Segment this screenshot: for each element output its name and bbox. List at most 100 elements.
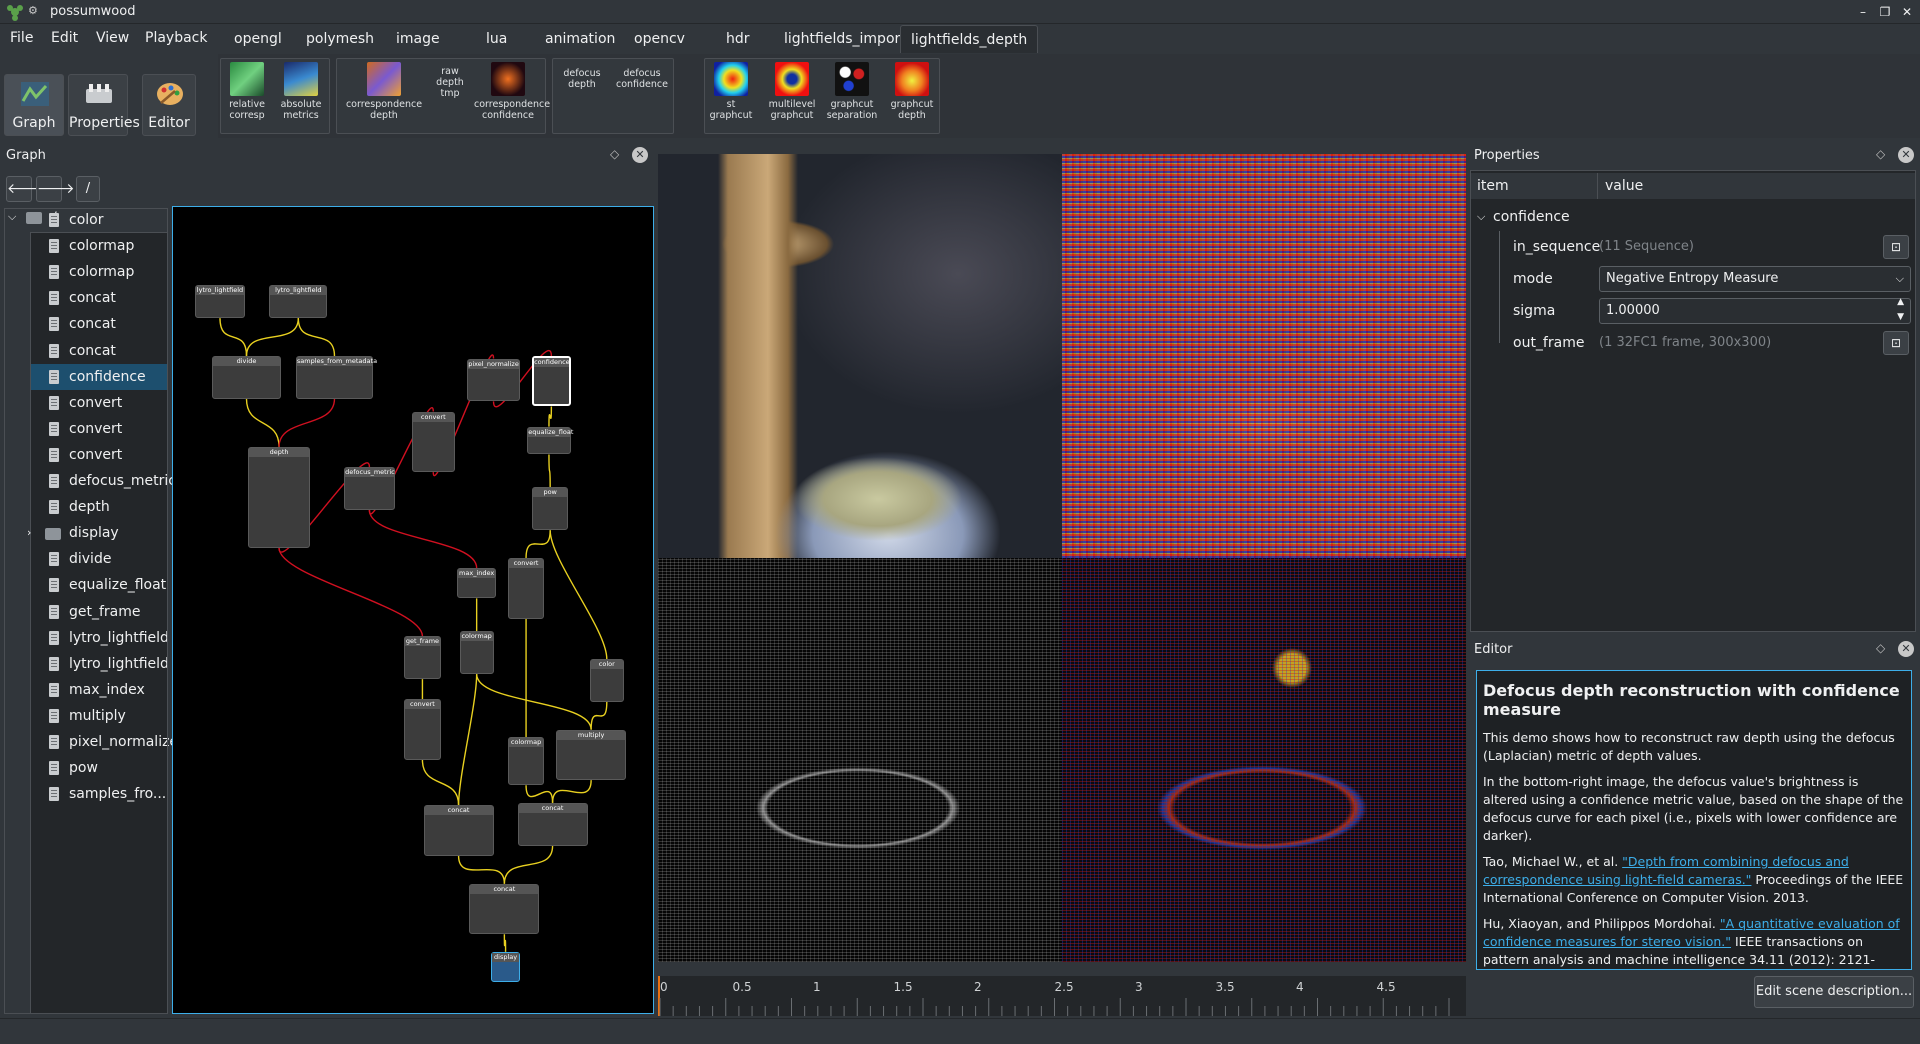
tree-item[interactable]: concat (31, 338, 167, 364)
graphcut-depth-button[interactable]: graphcut depth (886, 60, 938, 130)
menu-file[interactable]: File (10, 30, 33, 46)
tree-item[interactable]: pow (31, 755, 167, 781)
timeline[interactable]: 0 0.5 1 1.5 2 2.5 3 3.5 4 4.5 (658, 976, 1466, 1016)
tab-animation[interactable]: animation (535, 25, 625, 53)
tree-item[interactable]: colormap (31, 233, 167, 259)
menu-view[interactable]: View (96, 30, 129, 46)
graph-node[interactable]: convert (411, 411, 455, 473)
spin-arrows-icon[interactable]: ▲ ▼ (1897, 295, 1904, 325)
tree-item[interactable]: max_index (31, 677, 167, 703)
graph-node[interactable]: samples_from_metadata (295, 355, 377, 399)
graph-node[interactable]: concat (517, 802, 588, 846)
path-breadcrumb[interactable]: / (76, 176, 100, 202)
tree-item[interactable]: depth (31, 494, 167, 520)
graph-node[interactable]: colormap (459, 631, 494, 675)
tree-item[interactable]: convert (31, 442, 167, 468)
tree-item[interactable]: colormap (31, 259, 167, 285)
back-button[interactable]: 🡐 (6, 176, 45, 202)
graph-node[interactable]: max_index (457, 568, 496, 599)
mode-graph-button[interactable]: Graph (4, 74, 64, 136)
graph-float-icon[interactable]: ◇ (610, 147, 619, 161)
tab-opengl[interactable]: opengl (224, 25, 292, 53)
graph-node[interactable]: divide (211, 355, 282, 399)
tree-item[interactable]: get_frame (31, 599, 167, 625)
sigma-spinbox[interactable]: 1.00000 ▲ ▼ (1599, 295, 1911, 325)
out-frame-view-button[interactable]: ⊡ (1883, 331, 1909, 355)
tree-item[interactable]: multiply (31, 703, 167, 729)
defocus-depth-button[interactable]: defocus depth (554, 68, 610, 138)
tree-item[interactable]: divide (31, 546, 167, 572)
node-file-icon (49, 395, 59, 410)
tree-item[interactable]: pixel_normalize (31, 729, 178, 755)
st-graphcut-button[interactable]: st graphcut (706, 60, 756, 130)
menu-playback[interactable]: Playback (145, 30, 207, 46)
mode-select[interactable]: Negative Entropy Measure ⌵ (1599, 266, 1911, 292)
menu-edit[interactable]: Edit (51, 30, 78, 46)
graph-node[interactable]: defocus_metric (344, 467, 395, 510)
multilevel-graphcut-button[interactable]: multilevel graphcut (764, 60, 820, 130)
edit-scene-description-button[interactable]: Edit scene description... (1754, 976, 1914, 1008)
graph-node[interactable]: display (491, 951, 521, 983)
graphcut-separation-button[interactable]: graphcut separation (824, 60, 880, 130)
expand-arrow-icon[interactable]: › (27, 520, 31, 546)
graph-node[interactable]: colormap (507, 737, 545, 786)
tab-image[interactable]: image (386, 25, 450, 53)
graph-close-icon[interactable]: ✕ (632, 147, 648, 163)
forward-button[interactable]: 🡒 (36, 176, 75, 202)
tab-polymesh[interactable]: polymesh (296, 25, 384, 53)
node-graph-canvas[interactable]: lytro_lightfield lytro_lightfielddivide sa… (172, 206, 654, 1014)
property-group-confidence[interactable]: ⌵ confidence (1471, 201, 1915, 233)
editor-mode-icon (157, 83, 183, 105)
mode-editor-button[interactable]: Editor (142, 74, 196, 136)
scene-heading: Defocus depth reconstruction with confid… (1483, 681, 1900, 719)
graph-node[interactable]: pow (532, 487, 569, 531)
tree-item[interactable]: lytro_lightfield (31, 651, 169, 677)
in-sequence-view-button[interactable]: ⊡ (1883, 235, 1909, 259)
tree-item[interactable]: concat (31, 311, 167, 337)
tree-item[interactable]: equalize_float (31, 572, 167, 598)
graph-node[interactable]: lytro_lightfield (194, 285, 246, 319)
tab-lua[interactable]: lua (476, 25, 517, 53)
tab-hdr[interactable]: hdr (716, 25, 760, 53)
graph-node[interactable]: lytro_lightfield (269, 285, 328, 319)
editor-close-icon[interactable]: ✕ (1898, 641, 1914, 657)
graph-node[interactable]: multiply (556, 729, 627, 781)
tree-item[interactable]: convert (31, 416, 167, 442)
graph-node[interactable]: convert (507, 557, 545, 619)
tree-item[interactable]: › display (27, 520, 167, 546)
tab-opencv[interactable]: opencv (624, 25, 695, 53)
graph-node[interactable]: depth (247, 446, 311, 548)
graph-node[interactable]: pixel_normalize (467, 358, 521, 402)
tree-item[interactable]: confidence (31, 363, 167, 390)
graph-node[interactable]: equalize_float (527, 426, 573, 455)
relative-corresp-button[interactable]: relative corresp (222, 60, 272, 130)
node-file-icon (49, 604, 59, 619)
properties-close-icon[interactable]: ✕ (1898, 147, 1914, 163)
defocus-confidence-button[interactable]: defocus confidence (612, 68, 672, 138)
tree-item[interactable]: convert (31, 390, 167, 416)
correspondence-depth-button[interactable]: correspondence depth (344, 60, 424, 130)
graph-node[interactable]: color (589, 658, 624, 702)
tree-item[interactable]: samples_fro... (31, 781, 167, 807)
close-window-icon[interactable]: ✕ (1898, 3, 1916, 21)
absolute-metrics-button[interactable]: absolute metrics (276, 60, 326, 130)
graph-node[interactable]: get_frame (404, 636, 441, 680)
tree-item[interactable]: concat (31, 285, 167, 311)
graph-node[interactable]: convert (404, 699, 441, 760)
graph-node[interactable]: concat (423, 805, 494, 856)
tab-lightfields-depth[interactable]: lightfields_depth (900, 25, 1039, 53)
maximize-icon[interactable]: ❐ (1876, 3, 1894, 21)
minimize-icon[interactable]: – (1854, 3, 1872, 21)
graph-node[interactable]: confidence (532, 355, 571, 407)
correspondence-confidence-button[interactable]: correspondence confidence (474, 60, 550, 130)
mode-properties-button[interactable]: Properties (68, 74, 140, 136)
tree-item[interactable]: lytro_lightfield (31, 625, 169, 651)
editor-float-icon[interactable]: ◇ (1876, 641, 1885, 655)
tab-lightfields-import[interactable]: lightfields_import (774, 25, 916, 53)
graph-node[interactable]: concat (469, 883, 540, 935)
tree-item[interactable]: color (31, 207, 167, 233)
tree-item[interactable]: defocus_metric (31, 468, 176, 494)
raw-depth-tmp-button[interactable]: raw depth tmp (432, 66, 468, 136)
properties-float-icon[interactable]: ◇ (1876, 147, 1885, 161)
image-viewer[interactable] (658, 154, 1466, 962)
